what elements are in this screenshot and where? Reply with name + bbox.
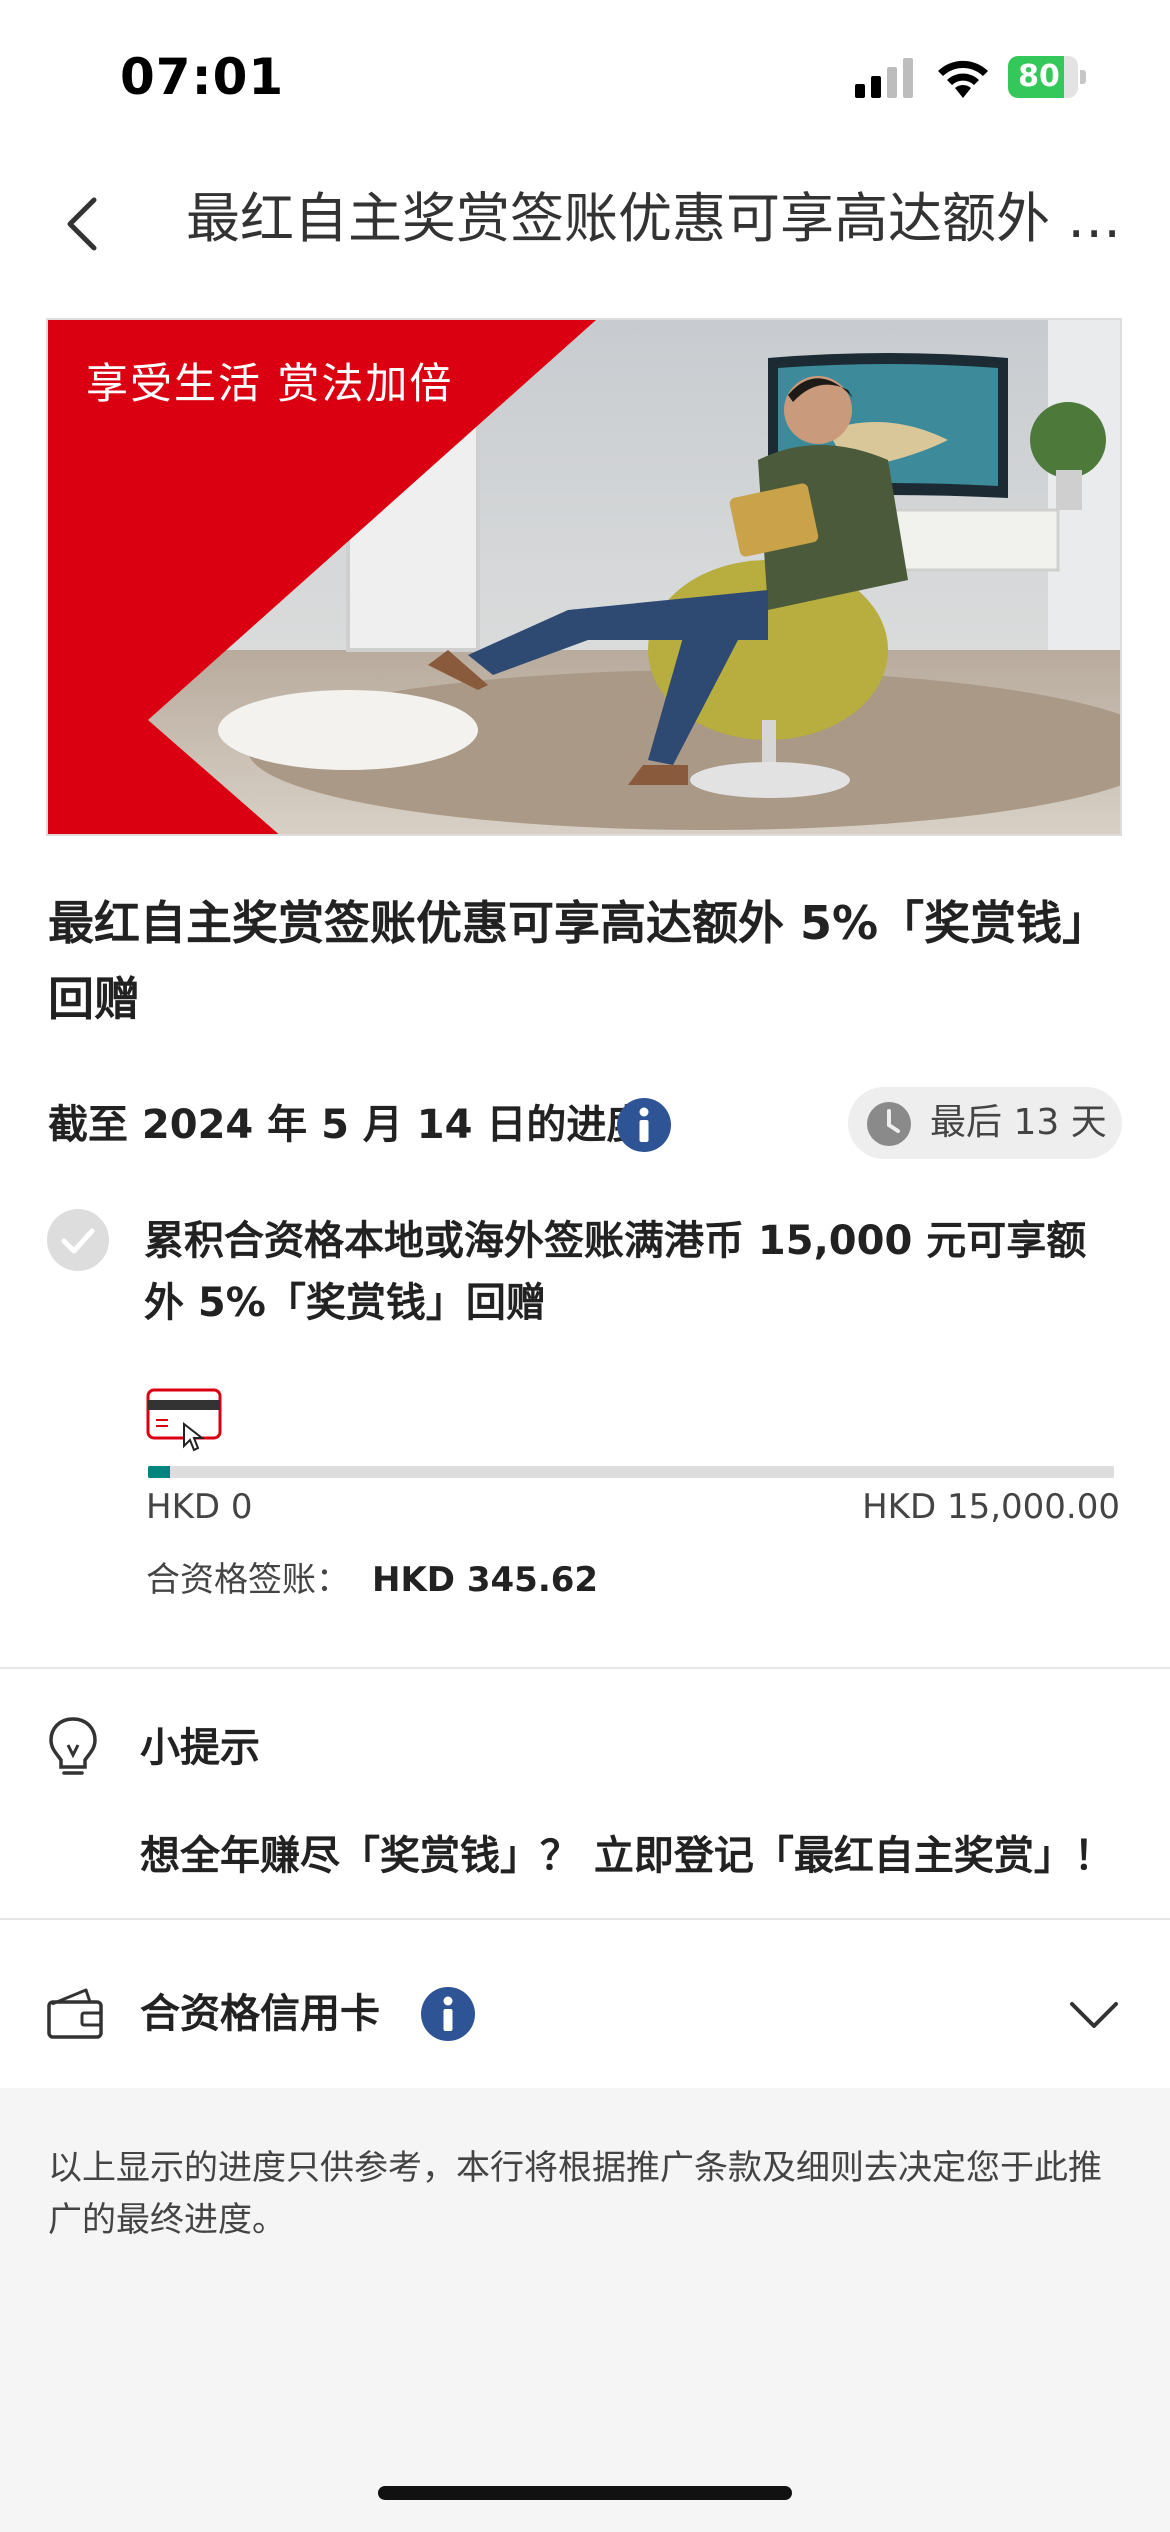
eligible-cards-title: 合资格信用卡 [140, 1991, 380, 2037]
cellular-signal-icon [855, 58, 913, 98]
chevron-left-icon[interactable] [50, 170, 130, 270]
home-indicator[interactable] [378, 2486, 792, 2500]
page-title: 最红自主奖赏签账优惠可享高达额外 5%「奖赏钱」回赠 [186, 187, 1126, 250]
progress-min-label: HKD 0 [146, 1487, 253, 1527]
condition-text: 累积合资格本地或海外签账满港币 15,000 元可享额外 5%「奖赏钱」回赠 [144, 1218, 1087, 1326]
status-time: 07:01 [120, 48, 285, 106]
disclaimer-text: 以上显示的进度只供参考，本行将根据推广条款及细则去决定您于此推广的最终进度。 [48, 2148, 1102, 2240]
spend-progress-fill [148, 1466, 171, 1478]
progress-as-of-date: 截至 2024 年 5 月 14 日的进度 [48, 1102, 647, 1148]
status-bar: 07:01 80 [0, 0, 1170, 150]
chevron-down-icon[interactable] [1068, 1992, 1120, 2036]
banner-slogan: 享受生活 赏法加倍 [86, 359, 454, 408]
clock-icon [867, 1102, 911, 1146]
divider [0, 1918, 1170, 1920]
tips-register-link[interactable]: 想全年赚尽「奖赏钱」？ 立即登记「最红自主奖赏」！ [140, 1825, 1114, 1887]
divider [0, 1667, 1170, 1669]
info-icon[interactable] [420, 1986, 476, 2042]
battery-cap [1080, 70, 1086, 84]
lightbulb-icon [49, 1717, 97, 1775]
progress-max-label: HKD 15,000.00 [862, 1487, 1120, 1527]
days-left-text: 最后 13 天 [930, 1102, 1107, 1143]
promo-title: 最红自主奖赏签账优惠可享高达额外 5%「奖赏钱」回赠 [48, 896, 1086, 1026]
nav-header: 最红自主奖赏签账优惠可享高达额外 5%「奖赏钱」回赠 [0, 150, 1170, 300]
info-icon[interactable] [616, 1097, 672, 1153]
wallet-icon [47, 1988, 103, 2039]
battery-charging-icon: 80 [1008, 56, 1086, 98]
promo-banner: 享受生活 赏法加倍 [46, 318, 1122, 836]
eligible-spend-label: 合资格签账： [146, 1560, 350, 1600]
battery-body: 80 [1008, 56, 1078, 98]
eligible-cards-row[interactable]: 合资格信用卡 [0, 1940, 1170, 2088]
eligible-spend-value: HKD 345.62 [372, 1560, 599, 1600]
battery-percentage: 80 [1018, 59, 1060, 94]
check-circle-icon [47, 1209, 109, 1271]
days-left-badge: 最后 13 天 [848, 1087, 1122, 1159]
wifi-icon [938, 60, 988, 98]
credit-card-icon [146, 1388, 222, 1452]
disclaimer-section: 以上显示的进度只供参考，本行将根据推广条款及细则去决定您于此推广的最终进度。 [0, 2088, 1170, 2532]
promo-progress-screen: 07:01 80 最红自主奖赏签账优惠可享高达额外 5%「奖赏钱」回赠 [0, 0, 1170, 2532]
spend-progress-bar [148, 1466, 1114, 1478]
tips-title: 小提示 [140, 1725, 260, 1771]
